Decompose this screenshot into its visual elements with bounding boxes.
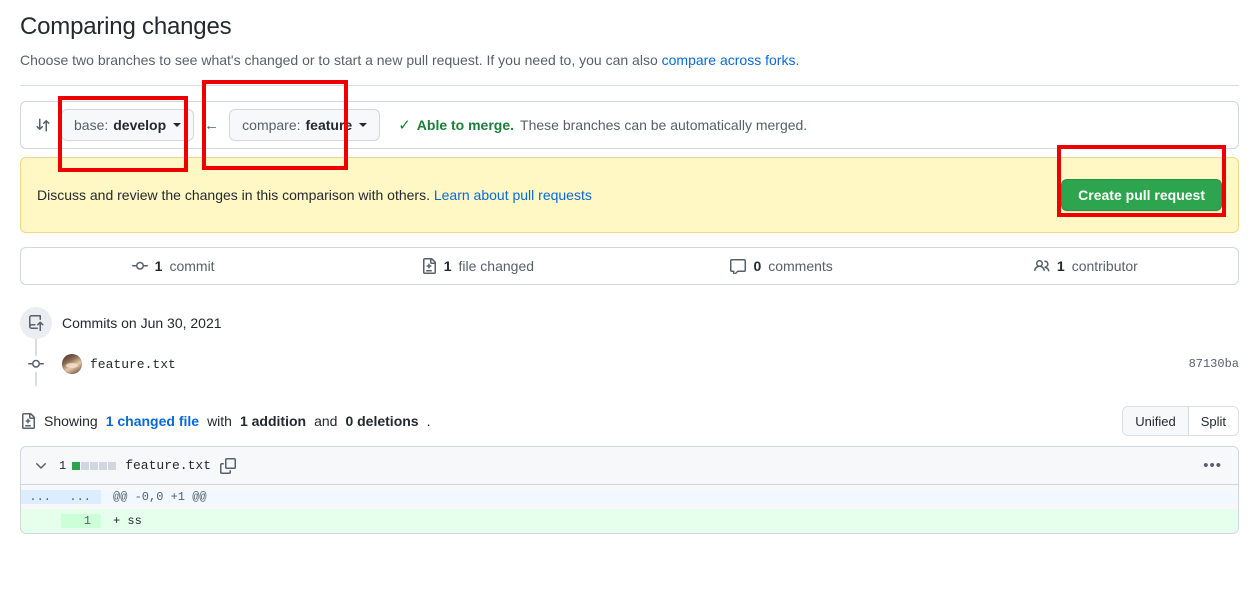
base-branch-value: develop: [113, 117, 167, 133]
stat-comments-label: comments: [768, 258, 833, 274]
stat-files-changed[interactable]: 1 file changed: [325, 258, 629, 274]
diff-body: ... ... @@ -0,0 +1 @@ 1 + ss: [21, 485, 1238, 533]
diffstat-block-neutral: [99, 461, 108, 470]
stat-comments[interactable]: 0 comments: [630, 258, 934, 274]
repo-push-icon: [20, 307, 52, 339]
commit-row: feature.txt 87130ba: [20, 348, 1239, 380]
chevron-down-icon: [359, 123, 368, 127]
copy-icon[interactable]: [220, 457, 237, 474]
diff-file-feature-txt: 1 feature.txt ••• ... ... @@ -0,0 +1 @@ …: [20, 446, 1239, 534]
compare-branch-prefix: compare:: [242, 117, 301, 133]
base-branch-selector[interactable]: base: develop: [61, 109, 195, 141]
page-subtitle: Choose two branches to see what's change…: [20, 50, 1239, 71]
discuss-banner: Discuss and review the changes in this c…: [20, 157, 1239, 233]
diffstat-blocks: [72, 461, 117, 470]
unified-view-button[interactable]: Unified: [1123, 407, 1189, 435]
compare-across-forks-link[interactable]: compare across forks: [662, 52, 796, 68]
page-subtitle-period: .: [795, 52, 800, 68]
diff-view-toggle: Unified Split: [1122, 406, 1239, 436]
stat-contributors-count: 1: [1056, 258, 1065, 274]
file-diff-icon: [421, 258, 437, 274]
merge-status-headline: Able to merge.: [416, 117, 515, 133]
stat-contributors-label: contributor: [1071, 258, 1138, 274]
merge-status-detail: These branches can be automatically merg…: [520, 117, 808, 133]
compare-changes-page: Comparing changes Choose two branches to…: [0, 0, 1259, 604]
merge-status: ✓ Able to merge. These branches can be a…: [398, 117, 807, 133]
diff-new-line-number: ...: [61, 490, 101, 504]
header-divider: [20, 85, 1239, 86]
compare-branch-selector[interactable]: compare: feature: [229, 109, 381, 141]
commit-dot-icon: [20, 356, 52, 372]
page-title: Comparing changes: [20, 13, 232, 40]
diff-line-addition: 1 + ss: [21, 509, 1238, 533]
diffstat-block-neutral: [90, 461, 99, 470]
create-pull-request-button[interactable]: Create pull request: [1061, 179, 1222, 211]
diff-code-line[interactable]: + ss: [101, 514, 1238, 528]
commits-date-label: Commits on Jun 30, 2021: [62, 315, 222, 331]
diff-old-line-number: ...: [21, 490, 61, 504]
stat-commits-label: commit: [169, 258, 215, 274]
chevron-down-icon: [173, 123, 182, 127]
chevron-down-icon[interactable]: [33, 458, 49, 474]
additions-count: 1 addition: [239, 413, 307, 429]
diff-hunk-header: @@ -0,0 +1 @@: [101, 490, 1238, 504]
commit-icon: [131, 258, 148, 274]
diff-summary-row: Showing 1 changed file with 1 addition a…: [20, 406, 1239, 436]
commit-entry: feature.txt 87130ba: [62, 354, 1239, 374]
stat-commits[interactable]: 1 commit: [21, 258, 325, 274]
arrow-left-icon: ←: [204, 116, 220, 134]
diff-changes-count: 1: [59, 458, 67, 473]
showing-and: and: [314, 413, 338, 429]
diff-file-options-menu[interactable]: •••: [1199, 458, 1226, 473]
diff-summary-text: Showing 1 changed file with 1 addition a…: [20, 413, 430, 429]
diffstat-block-neutral: [108, 461, 117, 470]
discuss-banner-text: Discuss and review the changes in this c…: [37, 187, 592, 203]
diff-new-line-number: 1: [61, 514, 101, 528]
base-branch-prefix: base:: [74, 117, 109, 133]
compare-branch-value: feature: [305, 117, 353, 133]
commits-timeline: Commits on Jun 30, 2021 feature.txt 8713…: [20, 307, 1239, 386]
diff-line-hunk: ... ... @@ -0,0 +1 @@: [21, 485, 1238, 509]
branch-compare-bar: base: develop ← compare: feature ✓ Able …: [20, 101, 1239, 149]
commit-sha-link[interactable]: 87130ba: [1189, 357, 1239, 371]
comparison-stats-bar: 1 commit 1 file changed 0 comments 1 con…: [20, 247, 1239, 285]
page-subtitle-text: Choose two branches to see what's change…: [20, 52, 662, 68]
diffstat-block-add: [72, 461, 81, 470]
showing-with: with: [207, 413, 232, 429]
split-view-button[interactable]: Split: [1188, 407, 1238, 435]
timeline-date-row: Commits on Jun 30, 2021: [20, 307, 1239, 339]
commit-message-link[interactable]: feature.txt: [90, 357, 176, 372]
people-icon: [1033, 258, 1050, 274]
changed-file-link[interactable]: 1 changed file: [106, 413, 199, 429]
diff-filename[interactable]: feature.txt: [125, 458, 211, 473]
discuss-banner-message: Discuss and review the changes in this c…: [37, 187, 434, 203]
stat-contributors[interactable]: 1 contributor: [934, 258, 1238, 274]
git-compare-icon: [35, 117, 51, 133]
stat-files-label: file changed: [458, 258, 535, 274]
file-diff-icon: [20, 413, 36, 429]
deletions-count: 0 deletions: [345, 413, 419, 429]
avatar[interactable]: [62, 354, 82, 374]
showing-period: .: [426, 413, 431, 429]
comment-icon: [730, 258, 747, 274]
stat-commits-count: 1: [154, 258, 163, 274]
stat-files-count: 1: [443, 258, 452, 274]
learn-about-pull-requests-link[interactable]: Learn about pull requests: [434, 187, 592, 203]
diffstat-block-neutral: [81, 461, 90, 470]
showing-prefix: Showing: [44, 413, 98, 429]
check-icon: ✓: [398, 116, 411, 134]
stat-comments-count: 0: [753, 258, 762, 274]
diff-file-header: 1 feature.txt •••: [21, 447, 1238, 485]
